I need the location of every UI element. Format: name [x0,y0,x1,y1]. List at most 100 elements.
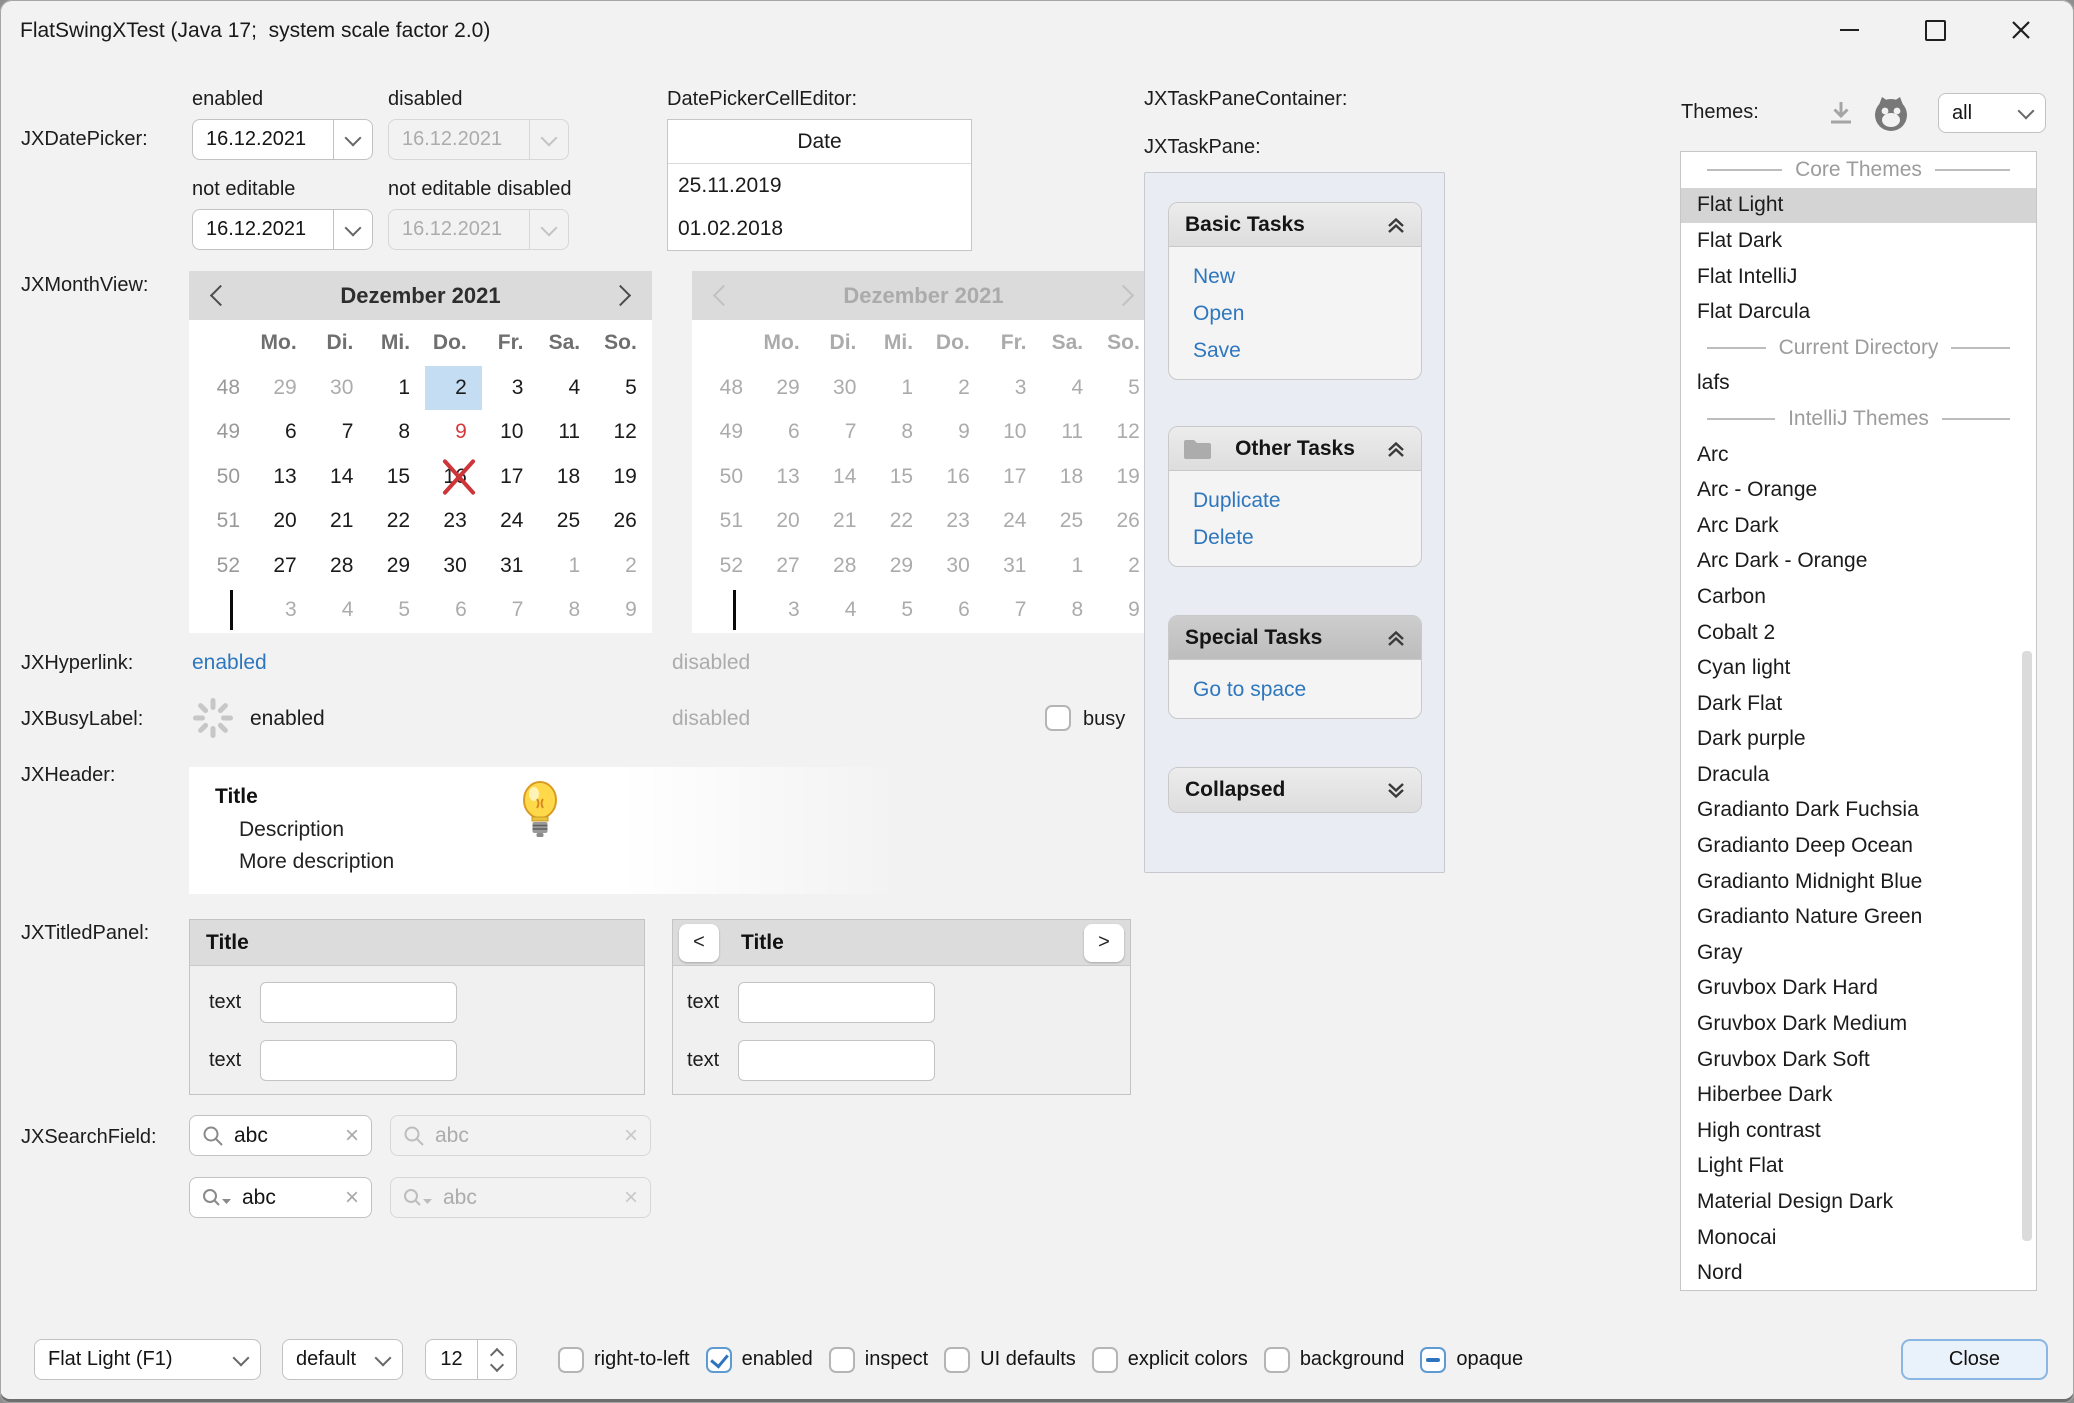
theme-item[interactable]: Flat IntelliJ [1681,259,2036,295]
theme-item[interactable]: Gray [1681,935,2036,971]
search-text[interactable]: abc [242,1186,336,1210]
calendar-cell[interactable]: 29 [368,544,425,589]
combo-dropdown-button[interactable] [2007,94,2045,132]
calendar-cell[interactable]: 51 [189,499,255,544]
calendar-cell[interactable]: 17 [482,455,539,500]
theme-item[interactable]: Hiberbee Dark [1681,1077,2036,1113]
option-checkbox[interactable]: right-to-left [558,1347,690,1373]
prev-button[interactable]: < [679,924,719,962]
option-checkbox[interactable]: enabled [706,1347,813,1373]
expand-icon[interactable] [1383,777,1409,803]
taskpane-header[interactable]: Other Tasks [1169,427,1421,471]
task-link[interactable]: Go to space [1193,678,1421,702]
calendar-cell[interactable]: 31 [482,544,539,589]
github-icon[interactable] [1870,93,1912,135]
combo-dropdown-button[interactable] [222,1340,260,1379]
calendar-cell[interactable]: 49 [189,410,255,455]
download-icon[interactable] [1824,97,1858,131]
theme-item[interactable]: Flat Light [1681,188,2036,224]
calendar-cell[interactable]: 7 [482,588,539,633]
search-field-with-menu-enabled[interactable]: abc × [189,1177,372,1218]
calendar-cell[interactable] [189,588,255,633]
task-link[interactable]: Save [1193,339,1421,363]
theme-item[interactable]: Dark purple [1681,722,2036,758]
calendar-cell[interactable]: 2 [425,366,482,411]
calendar-cell[interactable]: 1 [538,544,595,589]
spinner-down-icon[interactable] [490,1357,504,1371]
busy-checkbox-label[interactable]: busy [1083,706,1125,732]
checkbox-box[interactable] [1264,1347,1290,1373]
theme-item[interactable]: Arc Dark - Orange [1681,544,2036,580]
option-checkbox[interactable]: opaque [1420,1347,1523,1373]
calendar-cell[interactable]: 24 [482,499,539,544]
taskpane-header[interactable]: Special Tasks [1169,616,1421,660]
calendar-cell[interactable]: 8 [538,588,595,633]
calendar-cell[interactable]: 6 [425,588,482,633]
text-field[interactable] [738,1040,935,1081]
text-field[interactable] [260,982,457,1023]
theme-item[interactable]: Gradianto Dark Fuchsia [1681,793,2036,829]
next-button[interactable]: > [1084,924,1124,962]
calendar-cell[interactable]: 9 [425,410,482,455]
datepicker-value[interactable]: 16.12.2021 [193,128,333,151]
datepicker-not-editable[interactable]: 16.12.2021 [192,209,373,250]
table-header-date[interactable]: Date [668,120,971,164]
calendar-cell[interactable]: Mo. [255,321,312,366]
themes-scrollbar-thumb[interactable] [2022,651,2032,1241]
task-link[interactable]: New [1193,265,1421,289]
checkbox-box[interactable] [558,1347,584,1373]
calendar-cell[interactable]: 28 [312,544,369,589]
theme-item[interactable]: Flat Dark [1681,223,2036,259]
calendar-cell[interactable]: 4 [538,366,595,411]
calendar-cell[interactable]: 25 [538,499,595,544]
theme-item[interactable]: Light Flat [1681,1149,2036,1185]
calendar-cell[interactable]: 5 [595,366,652,411]
option-checkbox[interactable]: inspect [829,1347,928,1373]
theme-item[interactable]: Cobalt 2 [1681,615,2036,651]
scale-combo[interactable]: default [282,1339,403,1380]
maximize-button[interactable] [1892,1,1978,59]
lookandfeel-combo[interactable]: Flat Light (F1) [34,1339,261,1380]
calendar-cell[interactable]: 26 [595,499,652,544]
checkbox-box[interactable] [706,1347,732,1373]
calendar-cell[interactable]: 27 [255,544,312,589]
checkbox-box[interactable] [944,1347,970,1373]
table-row[interactable]: 01.02.2018 [668,207,971,250]
calendar-cell[interactable]: Mi. [368,321,425,366]
taskpane-header[interactable]: Basic Tasks [1169,203,1421,247]
calendar-cell[interactable]: 29 [255,366,312,411]
busy-checkbox[interactable] [1045,705,1071,731]
theme-item[interactable]: Arc - Orange [1681,472,2036,508]
calendar-cell[interactable]: 19 [595,455,652,500]
calendar-cell[interactable]: 15 [368,455,425,500]
collapse-icon[interactable] [1383,625,1409,651]
calendar-cell[interactable] [189,321,255,366]
spinner-buttons[interactable] [477,1340,516,1379]
text-field[interactable] [738,982,935,1023]
calendar-cell[interactable]: 1 [368,366,425,411]
search-field-enabled[interactable]: abc × [189,1115,372,1156]
theme-item[interactable]: Dark Flat [1681,686,2036,722]
calendar-cell[interactable]: 48 [189,366,255,411]
calendar-cell[interactable]: 23 [425,499,482,544]
calendar-cell[interactable]: 14 [312,455,369,500]
calendar-cell[interactable]: 50 [189,455,255,500]
theme-item[interactable]: Carbon [1681,579,2036,615]
checkbox-box[interactable] [1092,1347,1118,1373]
datepicker-dropdown-button[interactable] [333,210,372,249]
calendar-cell[interactable]: 11 [538,410,595,455]
theme-item[interactable]: Gradianto Nature Green [1681,899,2036,935]
search-menu-icon[interactable] [201,1186,233,1210]
calendar-cell[interactable]: 52 [189,544,255,589]
clear-icon[interactable]: × [345,1124,359,1148]
theme-item[interactable]: Gruvbox Dark Soft [1681,1042,2036,1078]
calendar-cell[interactable]: 9 [595,588,652,633]
calendar-cell[interactable]: 22 [368,499,425,544]
close-dialog-button[interactable]: Close [1901,1339,2048,1380]
calendar-cell[interactable]: 3 [255,588,312,633]
theme-item[interactable]: High contrast [1681,1113,2036,1149]
calendar-cell[interactable]: 16 [425,455,482,500]
calendar-cell[interactable]: 2 [595,544,652,589]
theme-item[interactable]: lafs [1681,366,2036,402]
calendar-cell[interactable]: 30 [425,544,482,589]
